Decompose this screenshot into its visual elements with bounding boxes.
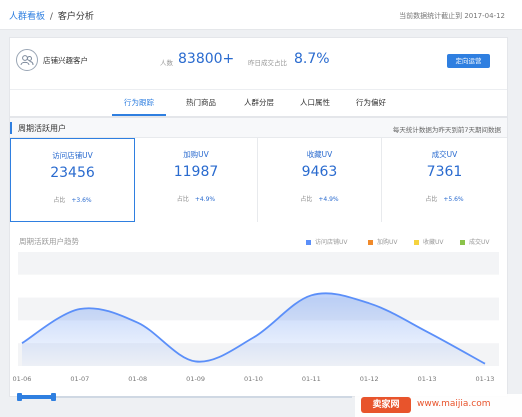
metric-label: 成交UV [431, 150, 458, 159]
section-accent-bar [10, 122, 12, 134]
metric-add-cart-uv[interactable]: 加购UV 11987 占比 +4.9% [135, 138, 258, 222]
watermark-badge: 卖家网 [361, 397, 411, 413]
x-tick-label: 01-08 [128, 375, 147, 383]
tab-bar: 行为跟踪 热门商品 人群分层 人口属性 行为偏好 [10, 89, 507, 116]
x-tick-label: 01-07 [70, 375, 89, 383]
legend-item-deal[interactable]: 成交UV [460, 237, 490, 246]
watermark: 卖家网 www.maijia.com [355, 394, 522, 417]
scrollbar-track [19, 396, 352, 398]
section-header: 周期活跃用户 每天统计数据为昨天到前7天期间数据 [10, 118, 507, 138]
legend-label: 访问店铺UV [315, 239, 348, 246]
metric-value: 7361 [426, 164, 463, 180]
breadcrumb: 人群看板 / 客户分析 [9, 9, 94, 22]
legend-label: 收藏UV [423, 239, 444, 246]
scrollbar-selection[interactable] [19, 395, 53, 399]
trend-title: 周期活跃用户趋势 [19, 237, 79, 246]
app-window: 人群看板 / 客户分析 当前数据统计截止到 2017-04-12 店铺兴趣客户 … [0, 0, 522, 417]
legend-item-store-visit[interactable]: 访问店铺UV [306, 237, 348, 246]
ratio-value: +4.9% [194, 196, 216, 203]
ratio-label: 占比 [300, 196, 313, 203]
metric-ratio: 占比 +4.9% [135, 194, 257, 203]
metric-value: 9463 [301, 164, 338, 180]
metric-favorite-uv[interactable]: 收藏UV 9463 占比 +4.9% [258, 138, 382, 222]
tab-segmentation[interactable]: 人群分层 [234, 90, 284, 116]
active-users-panel: 周期活跃用户 每天统计数据为昨天到前7天期间数据 访问店铺UV 23456 占比… [9, 117, 508, 397]
people-value: 83800+ [178, 51, 235, 67]
metric-label: 收藏UV [306, 150, 333, 159]
x-tick-label: 01-10 [244, 375, 263, 383]
range-end-handle[interactable] [51, 393, 56, 401]
range-scrollbar[interactable] [9, 393, 352, 401]
x-tick-label: 01-09 [186, 375, 205, 383]
legend-label: 加购UV [377, 239, 398, 246]
breadcrumb-link[interactable]: 人群看板 [9, 12, 45, 22]
tab-hot-products[interactable]: 热门商品 [176, 90, 226, 116]
legend-label: 成交UV [469, 239, 490, 246]
legend-swatch [368, 240, 373, 245]
section-note: 每天统计数据为昨天到前7天期间数据 [392, 126, 501, 134]
metric-ratio: 占比 +4.9% [258, 194, 381, 203]
legend-swatch [460, 240, 465, 245]
watermark-url: www.maijia.com [417, 399, 491, 409]
legend-item-favorite[interactable]: 收藏UV [414, 237, 444, 246]
metric-value: 11987 [173, 164, 219, 180]
breadcrumb-current: 客户分析 [57, 12, 94, 22]
metric-label: 访问店铺UV [52, 151, 93, 160]
x-tick-label: 01-06 [13, 375, 32, 383]
ratio-label: 占比 [176, 196, 189, 203]
tab-demographics[interactable]: 人口属性 [290, 90, 340, 116]
targeted-ops-button[interactable]: 定向运营 [447, 54, 490, 68]
conversion-value: 8.7% [294, 51, 330, 67]
segment-name: 店铺兴趣客户 [43, 56, 88, 65]
range-start-handle[interactable] [17, 393, 22, 401]
ratio-value: +3.6% [71, 197, 92, 204]
breadcrumb-separator: / [49, 12, 53, 22]
top-bar: 人群看板 / 客户分析 当前数据统计截止到 2017-04-12 [0, 0, 522, 30]
metric-ratio: 占比 +5.6% [382, 194, 507, 203]
ratio-label: 占比 [53, 197, 66, 204]
metric-deal-uv[interactable]: 成交UV 7361 占比 +5.6% [382, 138, 507, 222]
tab-behavior-tracking[interactable]: 行为跟踪 [112, 90, 166, 116]
people-label: 人数 [160, 59, 173, 67]
x-tick-label: 01-12 [360, 375, 379, 383]
ratio-label: 占比 [425, 196, 438, 203]
grid-band [18, 274, 499, 298]
users-icon [16, 49, 38, 71]
metric-ratio: 占比 +3.6% [11, 195, 134, 204]
trend-chart: 01-06 01-07 01-08 01-09 01-10 01-11 01-12 01-13… [13, 252, 499, 383]
metric-label: 加购UV [183, 150, 209, 159]
legend-swatch [414, 240, 419, 245]
data-deadline: 当前数据统计截止到 2017-04-12 [399, 12, 505, 20]
ratio-value: +5.6% [443, 196, 464, 203]
x-tick-label: 01-13 [476, 375, 495, 383]
metric-row: 访问店铺UV 23456 占比 +3.6% 加购UV 11987 占比 +4.9% … [10, 138, 507, 222]
x-tick-label: 01-13 [418, 375, 437, 383]
legend-item-add-cart[interactable]: 加购UV [368, 237, 398, 246]
metric-value: 23456 [50, 165, 95, 181]
tab-preferences[interactable]: 行为偏好 [346, 90, 396, 116]
grid-band [18, 252, 499, 275]
legend-swatch [306, 240, 311, 245]
conversion-label: 昨日成交占比 [248, 59, 287, 67]
metric-store-visit-uv[interactable]: 访问店铺UV 23456 占比 +3.6% [10, 138, 135, 222]
section-title: 周期活跃用户 [18, 124, 66, 133]
segment-card: 店铺兴趣客户 人数 83800+ 昨日成交占比 8.7% 定向运营 行为跟踪 热… [9, 37, 508, 117]
ratio-value: +4.9% [318, 196, 339, 203]
x-tick-label: 01-11 [302, 375, 321, 383]
